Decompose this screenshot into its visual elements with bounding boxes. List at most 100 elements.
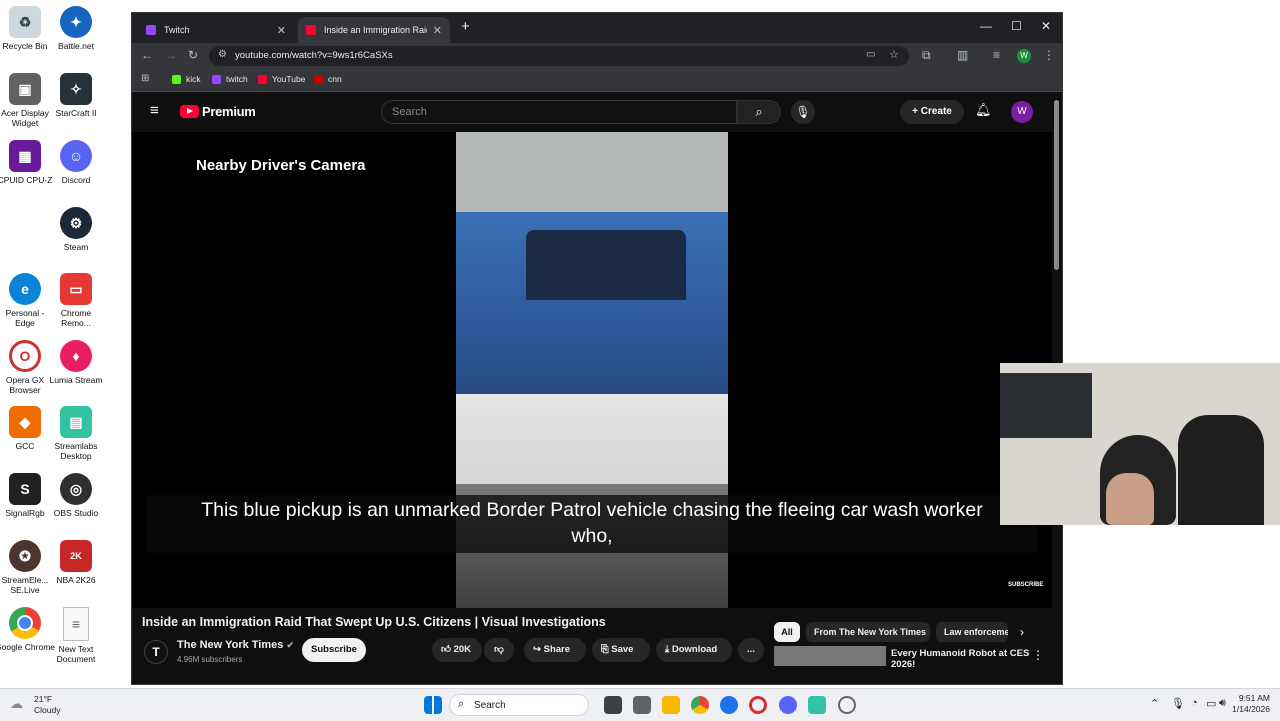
desktop-icon-starcraft[interactable]: ✧ StarCraft II	[46, 73, 106, 118]
chip-law-enforcement[interactable]: Law enforcement	[936, 622, 1008, 642]
volume-icon[interactable]: 🔊︎	[1219, 697, 1226, 710]
clock-date: 1/14/2026	[1232, 704, 1270, 714]
close-tab-icon[interactable]: ✕	[433, 24, 442, 37]
bookmark-label: kick	[186, 74, 201, 84]
chrome-taskbar-icon[interactable]	[691, 696, 709, 714]
download-icon: ⤓	[665, 644, 670, 655]
like-button[interactable]: 👍︎ 20K	[432, 638, 482, 662]
search-input[interactable]: Search	[381, 100, 737, 124]
chrome-remote-taskbar-icon[interactable]	[720, 696, 738, 714]
search-button[interactable]: ⌕	[737, 100, 781, 124]
desktop-icon-steam[interactable]: ⚙ Steam	[46, 207, 106, 252]
recommendation-title[interactable]: Every Humanoid Robot at CES 2026!	[891, 648, 1041, 670]
cast-icon[interactable]: ▭	[866, 49, 875, 60]
desktop-icon-chrome-remote[interactable]: ▭ Chrome Remo...	[46, 273, 106, 328]
hamburger-menu-icon[interactable]: ≡	[150, 102, 159, 119]
caption-line-1: This blue pickup is an unmarked Border P…	[201, 499, 983, 521]
desktop-icon-lumia-stream[interactable]: ♦ Lumia Stream	[46, 340, 106, 385]
youtube-logo[interactable]: Premium	[180, 104, 256, 119]
recommendation-menu-icon[interactable]: ⋮	[1032, 648, 1044, 662]
save-label: Save	[611, 644, 634, 655]
bookmark-twitch[interactable]: twitch	[212, 74, 248, 84]
wifi-icon[interactable]: ◔	[1191, 697, 1198, 709]
channel-name-text: The New York Times	[177, 639, 284, 651]
tab-youtube-active[interactable]: Inside an Immigration Raid That ✕	[298, 17, 450, 43]
close-tab-icon[interactable]: ✕	[277, 24, 286, 37]
streamelements-icon: ✪	[9, 540, 41, 572]
app-taskbar-icon[interactable]	[838, 696, 856, 714]
verified-icon: ✔	[286, 640, 294, 650]
scrollbar-thumb[interactable]	[1054, 100, 1059, 270]
chip-from-nyt[interactable]: From The New York Times	[806, 622, 930, 642]
file-explorer-icon[interactable]	[662, 696, 680, 714]
taskbar-search[interactable]: ⌕ Search	[449, 694, 589, 716]
bookmark-youtube[interactable]: YouTube	[258, 74, 305, 84]
desktop-icon-nba2k26[interactable]: 2K NBA 2K26	[46, 540, 106, 585]
chips-next-icon[interactable]: ›	[1020, 625, 1024, 639]
webcam-tv	[1000, 373, 1092, 438]
more-actions-icon: ...	[747, 644, 755, 655]
side-panel-icon[interactable]: ▥	[957, 48, 968, 62]
account-avatar[interactable]: W	[1011, 101, 1033, 123]
create-button[interactable]: + Create	[900, 100, 964, 124]
bookmark-cnn[interactable]: cnn	[314, 74, 342, 84]
webcam-chair	[1178, 415, 1264, 525]
desktop-icon-battlenet[interactable]: ✦ Battle.net	[46, 6, 106, 51]
desktop-icon-obs-studio[interactable]: ◎ OBS Studio	[46, 473, 106, 518]
taskbar: ☁ 21°F Cloudy ⌕ Search ⌃ 🎙︎ ◔ ▭ 🔊︎ 9:51 …	[0, 688, 1280, 721]
discord-taskbar-icon[interactable]	[779, 696, 797, 714]
search-icon: ⌕	[755, 104, 763, 119]
close-window-icon[interactable]: ✕	[1041, 19, 1051, 33]
reload-icon[interactable]: ↻	[188, 48, 198, 62]
thumbs-down-icon: 👎︎	[494, 644, 504, 655]
new-tab-button[interactable]: +	[461, 18, 470, 35]
bookmark-star-icon[interactable]: ☆	[889, 48, 899, 61]
taskbar-search-label: Search	[474, 700, 506, 711]
browser-menu-icon[interactable]: ⋮	[1043, 48, 1055, 62]
subscribe-button[interactable]: Subscribe	[302, 638, 366, 662]
channel-name[interactable]: The New York Times ✔	[177, 639, 294, 651]
desktop-icon-new-text-document[interactable]: ≡ New Text Document	[46, 607, 106, 664]
microphone-tray-icon[interactable]: 🎙︎	[1171, 697, 1185, 710]
start-windows-icon[interactable]	[424, 696, 442, 714]
more-actions-button[interactable]: ...	[738, 638, 764, 662]
create-label: Create	[920, 106, 952, 117]
profile-avatar[interactable]: W	[1017, 49, 1031, 63]
download-button[interactable]: ⤓ Download	[656, 638, 732, 662]
task-view-icon[interactable]	[604, 696, 622, 714]
widgets-icon[interactable]	[633, 696, 651, 714]
desktop-icon-streamlabs[interactable]: ▤ Streamlabs Desktop	[46, 406, 106, 461]
battery-icon[interactable]: ▭	[1206, 697, 1216, 710]
video-player[interactable]: Nearby Driver's Camera This blue pickup …	[132, 132, 1052, 608]
chip-all[interactable]: All	[774, 622, 800, 642]
extensions-icon[interactable]: ⧉	[922, 48, 931, 63]
share-icon: ↪	[533, 644, 541, 655]
notifications-bell-icon[interactable]: 🔔︎	[975, 102, 992, 118]
back-icon[interactable]: ←	[141, 48, 153, 62]
share-button[interactable]: ↪ Share	[524, 638, 586, 662]
clock[interactable]: 9:51 AM 1/14/2026	[1226, 693, 1270, 715]
desktop-icon-label: Acer Display Widget	[1, 108, 49, 128]
subscribe-watermark[interactable]: SUBSCRIBE	[1008, 582, 1043, 588]
reading-list-icon[interactable]: ≡	[993, 48, 1000, 62]
voice-search-button[interactable]: 🎙	[791, 100, 815, 124]
address-bar[interactable]: ⚙ youtube.com/watch?v=9ws1r6CaSXs ▭ ☆	[209, 46, 909, 66]
minimize-icon[interactable]: —	[980, 19, 992, 33]
streamlabs-taskbar-icon[interactable]	[808, 696, 826, 714]
bookmark-kick[interactable]: kick	[172, 74, 201, 84]
desktop-icon-discord[interactable]: ☺ Discord	[46, 140, 106, 185]
desktop-icon-label: GCC	[15, 441, 35, 451]
channel-avatar[interactable]: T	[144, 640, 168, 664]
apps-grid-icon[interactable]: ⊞	[141, 73, 149, 84]
tray-overflow-icon[interactable]: ⌃	[1150, 697, 1159, 710]
weather-widget[interactable]: ☁ 21°F Cloudy	[10, 693, 70, 717]
maximize-icon[interactable]: ☐	[1011, 19, 1022, 33]
desktop-icon-label: Chrome Remo...	[60, 308, 92, 328]
site-info-icon[interactable]: ⚙	[218, 49, 227, 60]
tab-twitch[interactable]: Twitch ✕	[138, 17, 294, 43]
recommendation-thumbnail[interactable]	[774, 646, 886, 666]
save-button[interactable]: ⎘ Save	[592, 638, 650, 662]
dislike-button[interactable]: 👎︎	[484, 638, 514, 662]
opera-gx-taskbar-icon[interactable]	[749, 696, 767, 714]
forward-icon[interactable]: →	[165, 48, 177, 62]
